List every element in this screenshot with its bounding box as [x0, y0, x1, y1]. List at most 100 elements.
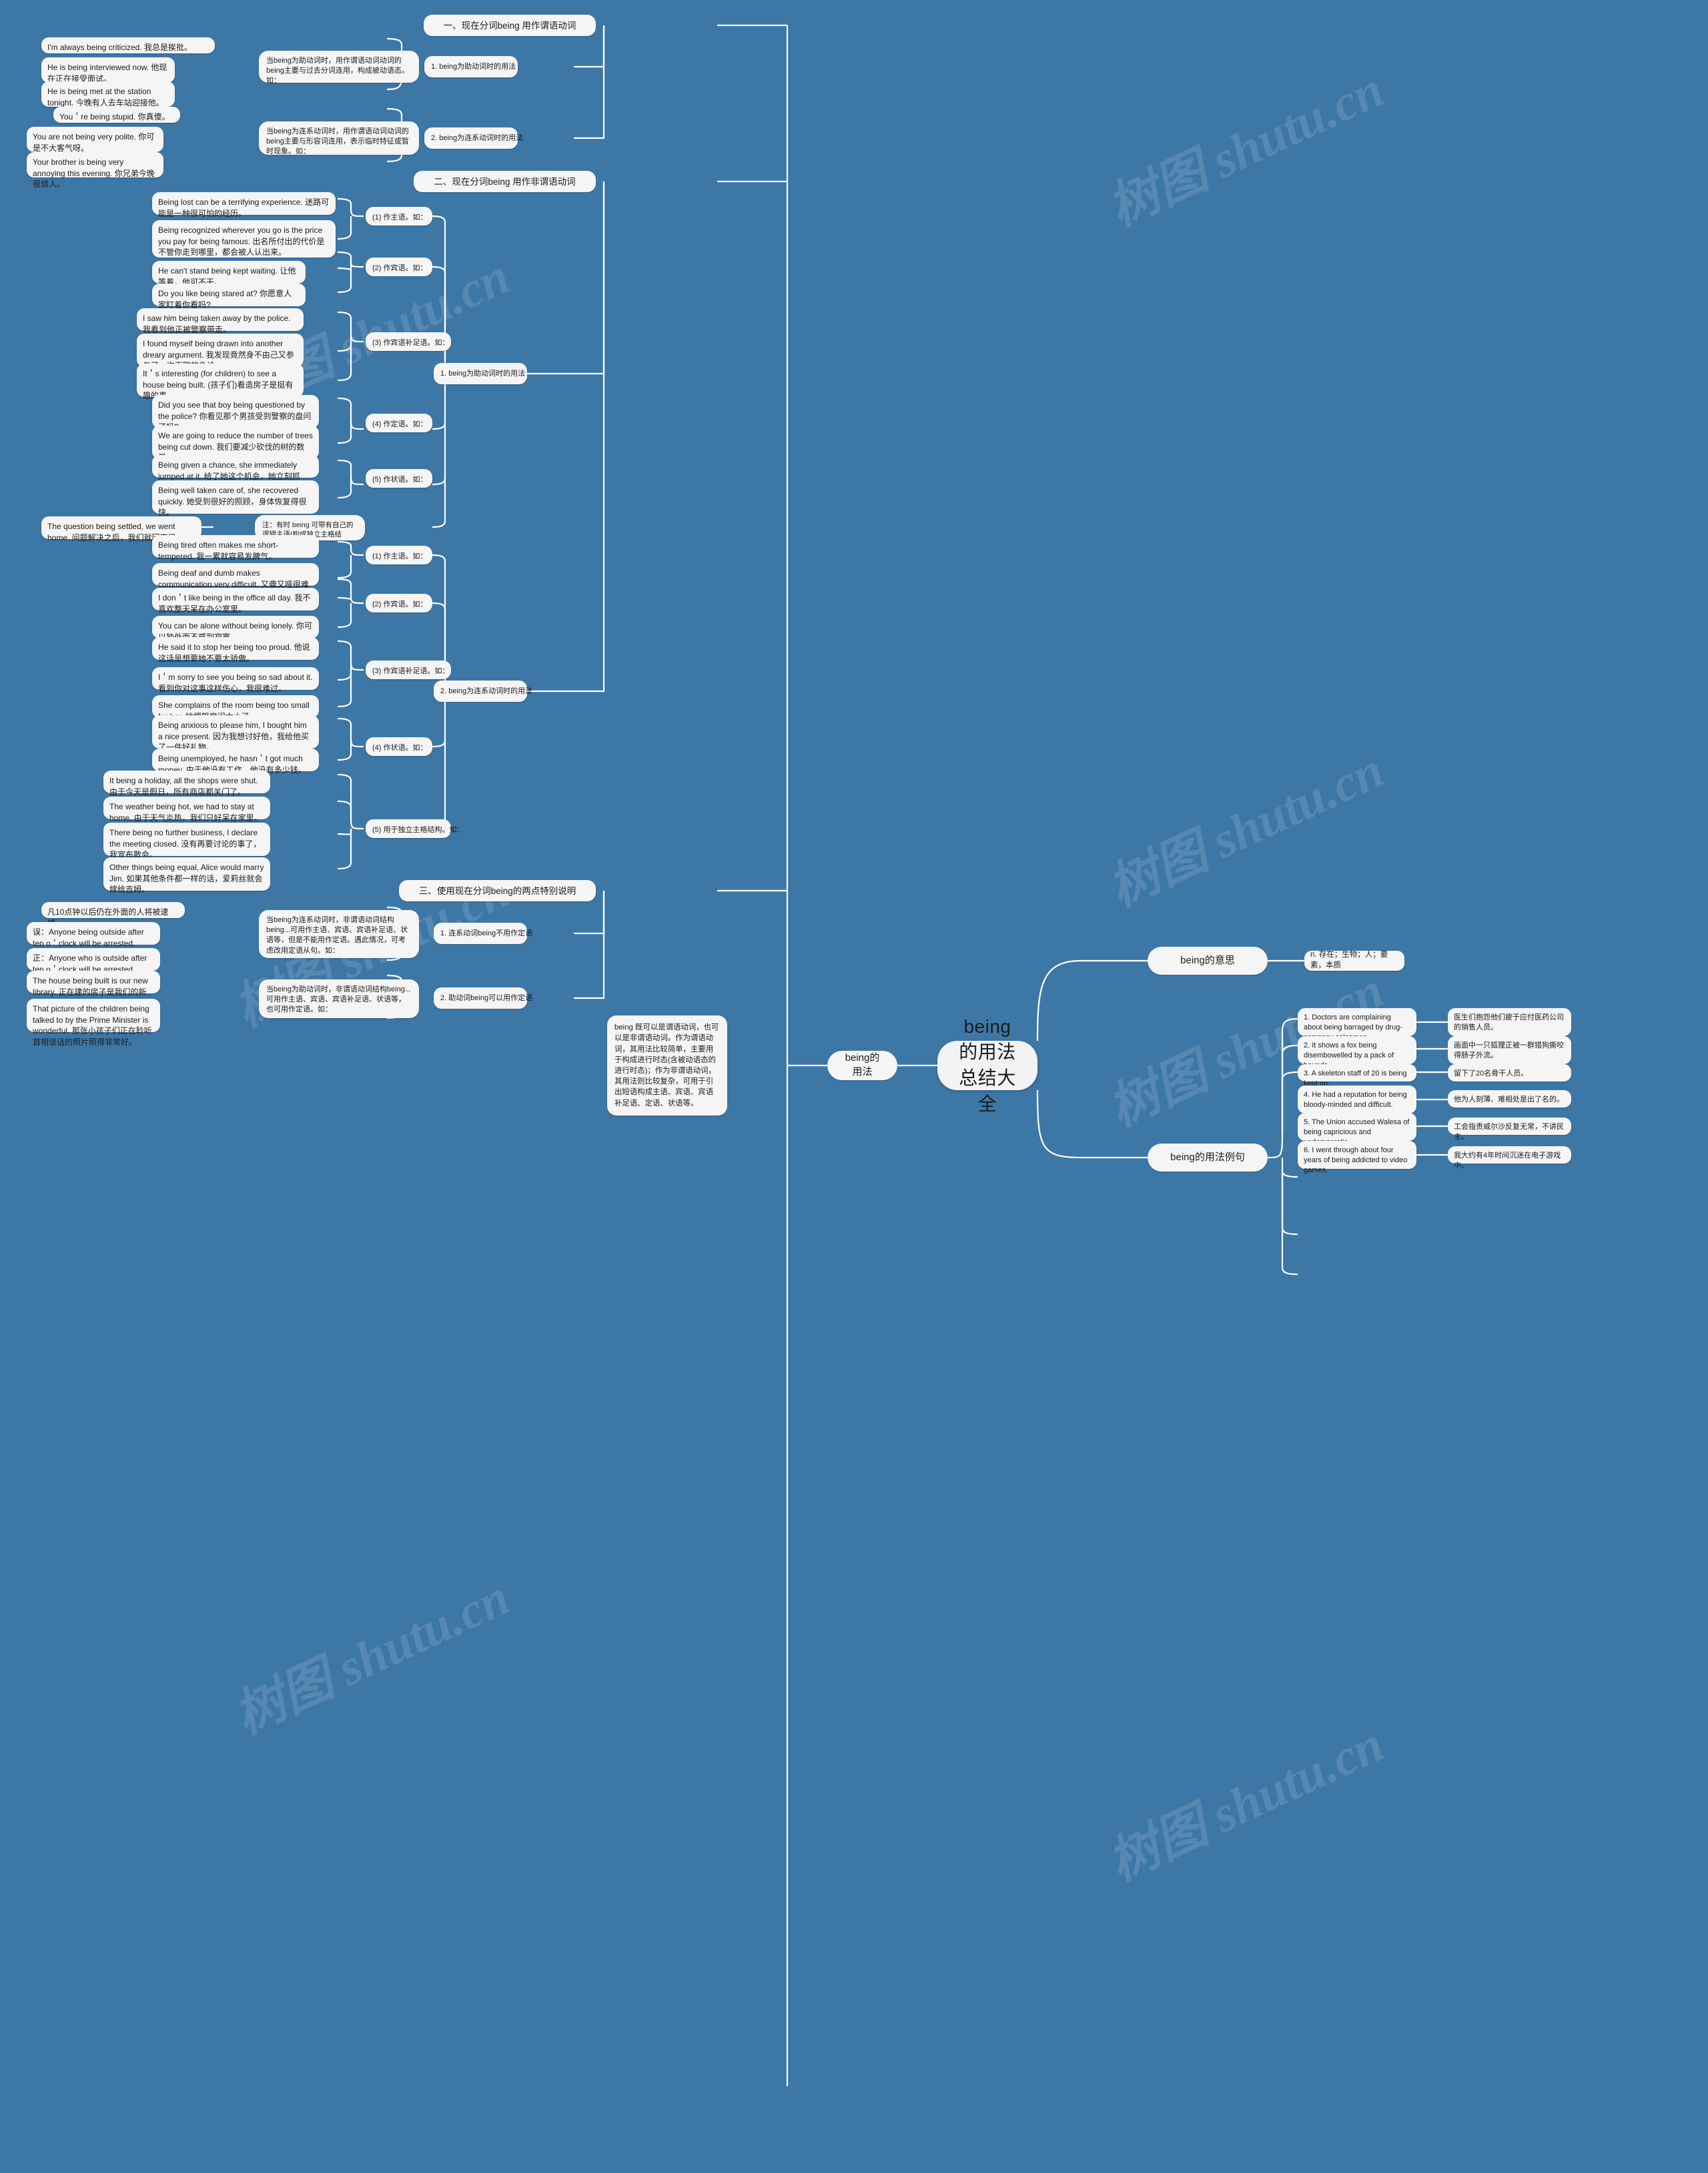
example-zh[interactable]: 我大约有4年时间沉迷在电子游戏中。 [1448, 1146, 1571, 1170]
leaf-text: He is being interviewed now. 他现在正在接受面试。 [47, 63, 167, 83]
leaf-text: I don＇t like being in the office all day… [158, 593, 311, 614]
intro-node[interactable]: being 既可以是谓语动词，也可以是非谓语动词。作为谓语动词，其用法比较简单，… [607, 1015, 727, 1116]
leaf-node[interactable]: You are not being very polite. 你可是不大客气呀。 [27, 127, 163, 153]
subgroup-label[interactable]: (3) 作宾语补足语。如： [366, 661, 451, 679]
leaf-node[interactable]: He is being met at the station tonight. … [41, 81, 175, 107]
leaf-node[interactable]: Being given a chance, she immediately ju… [152, 455, 319, 492]
example-en-text: 6. I went through about four years of be… [1304, 1146, 1408, 1175]
leaf-node[interactable]: I found myself being drawn into another … [137, 334, 304, 370]
leaf-node[interactable]: Being well taken care of, she recovered … [152, 480, 319, 517]
subgroup-label-text: (5) 用于独立主格结构。如： [372, 826, 464, 834]
section-header-3[interactable]: 三、使用现在分词being的两点特别说明 [399, 880, 596, 901]
leaf-node[interactable]: I'm always being criticized. 我总是挨批。 [41, 37, 215, 53]
section-header-1[interactable]: 一、现在分词being 用作谓语动词 [424, 15, 596, 36]
section-header-2[interactable]: 二、现在分词being 用作非谓语动词 [414, 171, 596, 192]
subgroup-label[interactable]: (5) 作状语。如： [366, 469, 432, 488]
leaf-node[interactable]: Being deaf and dumb makes communication … [152, 563, 319, 600]
leaf-text: You＇re being stupid. 你真傻。 [59, 112, 170, 121]
leaf-node[interactable]: Being tired often makes me short-tempere… [152, 535, 319, 561]
example-en[interactable]: 5. The Union accused Walesa of being cap… [1298, 1113, 1416, 1146]
subgroup-label[interactable]: (1) 作主语。如： [366, 207, 432, 226]
leaf-text: He said it to stop her being too proud. … [158, 642, 310, 663]
example-zh-text: 工会指责威尔沙反复无常，不讲民主。 [1454, 1123, 1564, 1142]
example-zh-text: 我大约有4年时间沉迷在电子游戏中。 [1454, 1152, 1561, 1170]
leaf-node[interactable]: Being lost can be a terrifying experienc… [152, 192, 336, 218]
subgroup-label[interactable]: (2) 作宾语。如： [366, 594, 432, 612]
subgroup-label[interactable]: (2) 作宾语。如： [366, 258, 432, 276]
root-node[interactable]: being的用法总结大全 [937, 1016, 1037, 1114]
group-desc[interactable]: 当being为助动词时，非谓语动词结构being...可用作主语、宾语、宾语补足… [259, 979, 419, 1018]
group-label-text: 2. being为连系动词时的用法 [431, 134, 524, 142]
leaf-node[interactable]: I saw him being taken away by the police… [137, 308, 304, 334]
leaf-node[interactable]: That picture of the children being talke… [27, 999, 160, 1047]
example-zh[interactable]: 画面中一只狐狸正被一群猎狗撕咬得肠子外流。 [1448, 1036, 1571, 1064]
leaf-text: Being tired often makes me short-tempere… [158, 540, 279, 561]
leaf-text: Being recognized wherever you go is the … [158, 226, 325, 258]
leaf-node[interactable]: Your brother is being very annoying this… [27, 152, 163, 189]
subgroup-label-text: (2) 作宾语。如： [372, 600, 428, 608]
branch-usage[interactable]: being的用法 [827, 1051, 897, 1080]
leaf-node[interactable]: We are going to reduce the number of tre… [152, 426, 319, 462]
leaf-node[interactable]: The weather being hot, we had to stay at… [103, 797, 270, 823]
leaf-node[interactable]: He is being interviewed now. 他现在正在接受面试。 [41, 57, 175, 83]
example-zh[interactable]: 他为人刻薄、难相处是出了名的。 [1448, 1090, 1571, 1108]
group-desc[interactable]: 当being为助动词时，用作谓语动词动词的being主要与过去分词连用，构成被动… [259, 51, 419, 85]
subgroup-label[interactable]: (3) 作宾语补足语。如： [366, 332, 451, 351]
leaf-node[interactable]: It being a holiday, all the shops were s… [103, 771, 270, 797]
branch-meaning[interactable]: being的意思 [1148, 947, 1268, 975]
leaf-text: He is being met at the station tonight. … [47, 87, 164, 107]
leaf-node[interactable]: Do you like being stared at? 你愿意人家盯着你看吗? [152, 284, 306, 310]
leaf-node[interactable]: You＇re being stupid. 你真傻。 [53, 107, 180, 123]
branch-usage-label: being的用法 [845, 1052, 880, 1077]
leaf-node[interactable]: Being unemployed, he hasn＇t got much mon… [152, 749, 319, 775]
leaf-text: Being lost can be a terrifying experienc… [158, 197, 330, 218]
leaf-node[interactable]: The house being built is our new library… [27, 971, 160, 1007]
leaf-node[interactable]: You can be alone without being lonely. 你… [152, 616, 319, 642]
group-label[interactable]: 1. being为助动词时的用法 [434, 363, 527, 384]
example-zh-text: 他为人刻薄、难相处是出了名的。 [1454, 1096, 1564, 1104]
group-desc-text: 当being为连系动词时，用作谓语动词动词的being主要与形容词连用，表示临时… [266, 127, 409, 156]
group-label[interactable]: 2. 助动词being可以用作定语 [434, 987, 532, 1009]
group-label[interactable]: 2. being为连系动词时的用法 [424, 127, 523, 149]
group-desc[interactable]: 当being为连系动词时，非谓语动词结构being...可用作主语、宾语、宾语补… [259, 910, 419, 958]
leaf-node[interactable]: 误：Anyone being outside after ten o＇clock… [27, 922, 160, 948]
leaf-node[interactable]: He said it to stop her being too proud. … [152, 637, 319, 663]
watermark: 树图 shutu.cn [226, 1569, 518, 1745]
example-en[interactable]: 6. I went through about four years of be… [1298, 1141, 1416, 1174]
example-en[interactable]: 1. Doctors are complaining about being b… [1298, 1008, 1416, 1041]
group-desc[interactable]: 当being为连系动词时，用作谓语动词动词的being主要与形容词连用，表示临时… [259, 121, 419, 155]
group-label-text: 2. 助动词being可以用作定语 [440, 994, 533, 1002]
example-en[interactable]: 4. He had a reputation for being bloody-… [1298, 1085, 1416, 1114]
subgroup-label[interactable]: (5) 用于独立主格结构。如： [366, 819, 464, 838]
meaning-definition[interactable]: n. 存在；生物；人；要素，本质 [1304, 951, 1404, 971]
leaf-text: Being anxious to please him, I bought hi… [158, 721, 310, 753]
leaf-node[interactable]: Did you see that boy being questioned by… [152, 395, 319, 432]
leaf-node[interactable]: Other things being equal, Alice would ma… [103, 857, 270, 894]
leaf-node[interactable]: Being anxious to please him, I bought hi… [152, 715, 319, 753]
leaf-node[interactable]: 正：Anyone who is outside after ten o＇cloc… [27, 948, 160, 974]
leaf-text: There being no further business, I decla… [109, 828, 262, 860]
leaf-node[interactable]: I＇m sorry to see you being so sad about … [152, 667, 319, 693]
group-desc-text: 当being为助动词时，用作谓语动词动词的being主要与过去分词连用，构成被动… [266, 57, 409, 85]
leaf-node[interactable]: I don＇t like being in the office all day… [152, 588, 319, 614]
leaf-node[interactable]: There being no further business, I decla… [103, 823, 270, 860]
watermark: 树图 shutu.cn [1100, 61, 1392, 238]
watermark: 树图 shutu.cn [1100, 1715, 1392, 1892]
leaf-node[interactable]: He can't stand being kept waiting. 让他等着，… [152, 261, 306, 287]
example-zh[interactable]: 留下了20名骨干人员。 [1448, 1064, 1571, 1081]
example-en[interactable]: 2. It shows a fox being disembowelled by… [1298, 1036, 1416, 1069]
subgroup-label[interactable]: (4) 作定语。如： [366, 414, 432, 432]
group-label[interactable]: 1. 连系动词being不用作定语 [434, 923, 532, 944]
subgroup-label[interactable]: (1) 作主语。如： [366, 546, 432, 564]
example-zh[interactable]: 工会指责威尔沙反复无常，不讲民主。 [1448, 1118, 1571, 1141]
leaf-node[interactable]: She complains of the room being too smal… [152, 695, 319, 721]
leaf-node[interactable]: Being recognized wherever you go is the … [152, 220, 336, 258]
branch-examples[interactable]: being的用法例句 [1148, 1144, 1268, 1172]
example-en[interactable]: 3. A skeleton staff of 20 is being kept … [1298, 1064, 1416, 1088]
leaf-node[interactable]: 凡10点钟以后仍在外面的人将被逮捕。 [41, 902, 185, 928]
example-zh[interactable]: 医生们抱怨他们疲于应付医药公司的销售人员。 [1448, 1008, 1571, 1036]
group-label[interactable]: 2. being为连系动词时的用法 [434, 681, 532, 702]
group-label[interactable]: 1. being为助动词时的用法 [424, 56, 518, 77]
leaf-node[interactable]: It＇s interesting (for children) to see a… [137, 364, 304, 400]
subgroup-label[interactable]: (4) 作状语。如： [366, 737, 432, 756]
